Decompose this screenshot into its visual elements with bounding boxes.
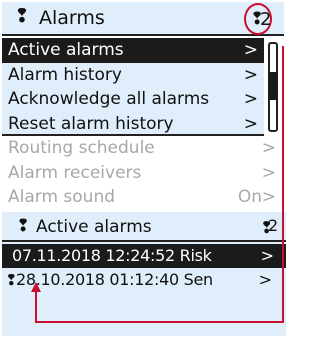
active-alarms-header: ❢ Active alarms ❢ 2 [2, 212, 286, 242]
active-alarms-screen: ❢ Active alarms ❢ 2 07.11.2018 12:24:52 … [2, 212, 286, 336]
chevron-right-icon: > [258, 270, 272, 289]
alarm-list-item[interactable]: ❢ 28.10.2018 01:12:40 Sen > [2, 268, 286, 292]
menu-item-reset-history[interactable]: Reset alarm history > [2, 111, 264, 136]
menu-item-label: Acknowledge all alarms [8, 89, 210, 109]
alarm-count: 2 [268, 216, 279, 235]
chevron-right-icon: > [261, 162, 276, 183]
menu-item-label: Alarm history [8, 64, 122, 85]
chevron-right-icon: > [260, 246, 274, 265]
menu-item-alarm-history[interactable]: Alarm history > [2, 62, 264, 87]
chevron-right-icon: > [261, 187, 276, 207]
alarms-header: ❢ Alarms ❢ 2 [2, 2, 284, 36]
scrollbar-thumb[interactable] [268, 72, 278, 100]
chevron-right-icon: > [243, 89, 258, 109]
alarm-bell-icon: ❢ [16, 216, 31, 236]
menu-item-active-alarms[interactable]: Active alarms > [2, 38, 264, 63]
alarm-entry-text: 28.10.2018 01:12:40 Sen [16, 270, 213, 289]
menu-item-label: Alarm receivers [8, 162, 142, 183]
chevron-right-icon: > [243, 64, 258, 85]
alarm-indicator: ❢ 2 [244, 3, 276, 35]
menu-item-label: Reset alarm history [8, 113, 174, 134]
page-title: Alarms [39, 7, 105, 29]
alarms-menu: Active alarms > Alarm history > Acknowle… [2, 38, 284, 210]
menu-item-acknowledge-all[interactable]: Acknowledge all alarms > [2, 87, 264, 112]
chevron-right-icon: > [261, 138, 276, 158]
alarm-entry-text: 07.11.2018 12:24:52 Risk [12, 246, 212, 265]
alarm-list-item[interactable]: 07.11.2018 12:24:52 Risk > [2, 244, 286, 268]
menu-item-alarm-sound[interactable]: Alarm sound On > [2, 185, 284, 210]
alarm-count: 2 [260, 9, 272, 30]
chevron-right-icon: > [243, 40, 258, 60]
alarm-bell-icon: ❢ [14, 5, 30, 27]
menu-item-label: Active alarms [8, 40, 124, 60]
menu-scrollbar[interactable] [268, 42, 278, 132]
page-title: Active alarms [36, 217, 152, 237]
menu-item-routing-schedule[interactable]: Routing schedule > [2, 136, 284, 161]
alarm-sound-value: On [237, 187, 262, 207]
alarms-screen: ❢ Alarms ❢ 2 Active alarms > Alarm histo… [2, 2, 284, 210]
menu-item-alarm-receivers[interactable]: Alarm receivers > [2, 160, 284, 185]
menu-item-label: Alarm sound [8, 187, 116, 207]
menu-item-label: Routing schedule [8, 138, 155, 158]
chevron-right-icon: > [243, 113, 258, 134]
